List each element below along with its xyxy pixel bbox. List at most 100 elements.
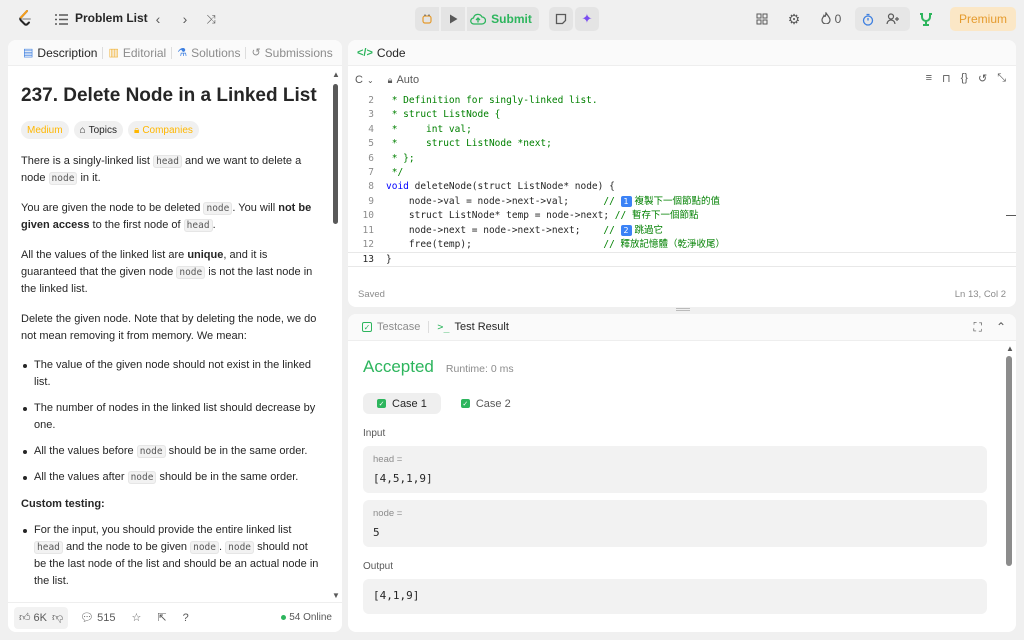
- layout-grid-icon[interactable]: [755, 9, 769, 29]
- list-icon[interactable]: [54, 9, 68, 29]
- result-scrollbar[interactable]: ▲: [1006, 344, 1014, 629]
- reset-icon[interactable]: ↺: [978, 72, 987, 85]
- tab-description[interactable]: ▤ Description: [18, 40, 102, 66]
- tab-submissions[interactable]: ↺ Submissions: [246, 40, 337, 66]
- code-editor[interactable]: 2 * Definition for singly-linked list. 3…: [348, 94, 1016, 267]
- case-label: Case 2: [475, 397, 511, 410]
- description-scrollbar[interactable]: ▲ ▼: [332, 70, 340, 600]
- cloud-upload-icon: [470, 13, 487, 25]
- tab-label: Editorial: [122, 45, 167, 60]
- result-panel: ✓ Testcase >_ Test Result ⛶ ⌃ Accepted R…: [348, 314, 1016, 632]
- input-head-box: head = [4,5,1,9]: [363, 446, 987, 493]
- streak-counter[interactable]: 0: [817, 9, 845, 29]
- code-toolbar: C ⌄ 🔒︎ Auto ≡ ⊓ {} ↺ ⤡: [348, 66, 1016, 94]
- code-line: 10 struct ListNode* temp = node->next; /…: [362, 210, 699, 222]
- tab-test-result[interactable]: >_ Test Result: [433, 321, 512, 333]
- code-line-current: 13}: [348, 252, 1016, 267]
- scrollbar-thumb[interactable]: [333, 84, 338, 224]
- format-icon[interactable]: ≡: [926, 72, 932, 85]
- shuffle-icon[interactable]: ⤨: [203, 9, 219, 29]
- share-icon[interactable]: ⇱: [157, 611, 166, 624]
- requirements-list: The value of the given node should not e…: [21, 357, 322, 486]
- flask-icon: ⚗: [177, 47, 188, 59]
- keycap-one-icon: 1: [620, 195, 632, 207]
- thumbs-down-icon[interactable]: 👎︎: [52, 611, 63, 624]
- language-select[interactable]: C ⌄: [355, 74, 374, 86]
- param-value: [4,5,1,9]: [373, 472, 433, 485]
- editor-actions: ≡ ⊓ {} ↺ ⤡: [926, 72, 1006, 85]
- like-count: 6K: [33, 611, 47, 624]
- scroll-up-icon[interactable]: ▲: [1006, 344, 1014, 353]
- chevron-up-icon[interactable]: ⌃: [996, 320, 1006, 335]
- problem-list-link[interactable]: Problem List: [75, 11, 148, 25]
- prev-problem-icon[interactable]: ‹: [151, 9, 165, 29]
- description-panel: ▤ Description ▥ Editorial ⚗ Solutions ↺ …: [8, 40, 342, 632]
- streak-count: 0: [834, 12, 842, 26]
- like-button[interactable]: 👍︎ 6K: [19, 611, 47, 625]
- lock-icon: 🔒︎: [387, 74, 393, 85]
- code-line: 2 * Definition for singly-linked list.: [368, 95, 598, 106]
- ai-sparkle-icon[interactable]: ✦: [575, 7, 599, 31]
- star-icon[interactable]: ☆: [131, 611, 141, 624]
- case-2-tab[interactable]: ✓ Case 2: [447, 393, 525, 414]
- run-button[interactable]: [441, 7, 465, 31]
- panel-resize-handle[interactable]: [676, 308, 690, 311]
- custom-testing-heading: Custom testing:: [21, 498, 105, 510]
- badges: Medium ⌂ Topics 🔒︎ Companies: [21, 121, 322, 139]
- list-item: The number of nodes in the linked list s…: [21, 400, 322, 434]
- help-icon[interactable]: ?: [183, 612, 189, 624]
- param-name: node =: [373, 508, 403, 519]
- scroll-down-icon[interactable]: ▼: [332, 591, 340, 600]
- topics-badge[interactable]: ⌂ Topics: [73, 121, 123, 139]
- leetcode-logo-icon[interactable]: [16, 9, 36, 29]
- debug-icon[interactable]: [415, 7, 439, 31]
- input-node-box: node = 5: [363, 500, 987, 547]
- chevron-down-icon: ⌄: [366, 75, 374, 85]
- next-problem-icon[interactable]: ›: [178, 9, 192, 29]
- tab-testcase[interactable]: ✓ Testcase: [358, 321, 424, 333]
- case-1-tab[interactable]: ✓ Case 1: [363, 393, 441, 414]
- saved-status: Saved: [358, 288, 385, 300]
- braces-icon[interactable]: {}: [961, 72, 968, 85]
- result-tabs: ✓ Testcase >_ Test Result ⛶ ⌃: [348, 314, 1016, 341]
- expand-icon[interactable]: ⛶: [974, 320, 982, 335]
- tab-solutions[interactable]: ⚗ Solutions: [172, 40, 245, 66]
- trophy-icon[interactable]: [918, 9, 934, 29]
- difficulty-badge[interactable]: Medium: [21, 121, 69, 139]
- code-panel: </> Code C ⌄ 🔒︎ Auto ≡ ⊓ {} ↺ ⤡ 2 * Defi…: [348, 40, 1016, 307]
- online-dot-icon: [281, 615, 287, 620]
- flame-icon: [821, 10, 831, 27]
- submit-button[interactable]: Submit: [467, 7, 539, 31]
- premium-button[interactable]: Premium: [950, 7, 1016, 31]
- companies-badge[interactable]: 🔒︎ Companies: [127, 121, 199, 139]
- notes-icon[interactable]: [549, 7, 573, 31]
- result-body: Accepted Runtime: 0 ms ✓ Case 1 ✓ Case 2…: [363, 341, 989, 614]
- scroll-up-icon[interactable]: ▲: [332, 70, 340, 79]
- list-item: The value of the given node should not e…: [21, 357, 322, 391]
- auto-mode[interactable]: 🔒︎ Auto: [388, 74, 419, 86]
- description-paragraph: Delete the given node. Note that by dele…: [21, 313, 317, 342]
- companies-label: Companies: [142, 124, 193, 136]
- code-icon: </>: [357, 46, 373, 59]
- tab-editorial[interactable]: ▥ Editorial: [103, 40, 171, 66]
- scrollbar-thumb[interactable]: [1006, 356, 1012, 566]
- collapse-icon[interactable]: ⤡: [997, 72, 1006, 85]
- description-paragraph: There is a singly-linked list head and w…: [21, 155, 302, 185]
- add-user-icon[interactable]: [885, 7, 901, 31]
- bookmark-icon[interactable]: ⊓: [942, 72, 951, 85]
- top-bar: Problem List ‹ › ⤨ Submit ✦ ⚙ 0 Premium: [0, 0, 1024, 38]
- input-label: Input: [363, 428, 386, 439]
- stopwatch-icon[interactable]: [861, 7, 875, 31]
- book-icon: ▥: [108, 47, 119, 59]
- case-tabs: ✓ Case 1 ✓ Case 2: [363, 393, 989, 414]
- run-controls: Submit ✦: [415, 7, 599, 31]
- left-tabs: ▤ Description ▥ Editorial ⚗ Solutions ↺ …: [8, 40, 342, 66]
- settings-gear-icon[interactable]: ⚙: [787, 9, 801, 29]
- result-actions: ⛶ ⌃: [974, 320, 1006, 335]
- description-footer: 👍︎ 6K 👎︎ 💬︎ 515 ☆ ⇱ ? 54 Online: [8, 602, 342, 632]
- list-item: All the values after node should be in t…: [21, 469, 322, 486]
- comments-button[interactable]: 💬︎ 515: [80, 611, 115, 625]
- keycap-two-icon: 2: [620, 224, 632, 236]
- tab-label: Solutions: [191, 45, 241, 60]
- tab-label: Testcase: [377, 321, 421, 333]
